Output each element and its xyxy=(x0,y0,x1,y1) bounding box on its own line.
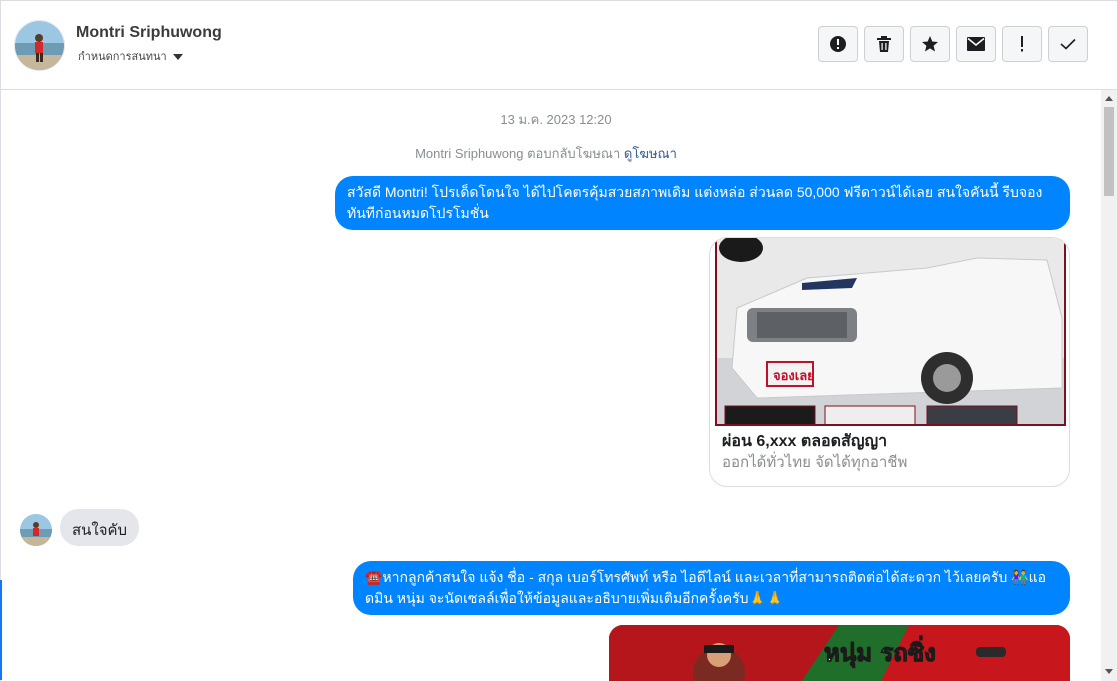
envelope-icon xyxy=(967,37,985,51)
selection-accent xyxy=(0,580,2,680)
caret-down-icon xyxy=(172,53,183,60)
conversation-header: Montri Sriphuwong กำหนดการสนทนา xyxy=(1,1,1117,90)
toolbar xyxy=(818,26,1088,62)
scroll-up-arrow-icon[interactable] xyxy=(1101,90,1117,106)
assign-label: กำหนดการสนทนา xyxy=(78,51,167,63)
follow-up-button[interactable] xyxy=(1002,26,1042,62)
message-timestamp: 13 ม.ค. 2023 12:20 xyxy=(500,112,612,127)
mark-done-button[interactable] xyxy=(1048,26,1088,62)
mark-unread-button[interactable] xyxy=(956,26,996,62)
outgoing-message: สวัสดี Montri! โปรเด็ดโดนใจ ได้ไปโคตรคุ้… xyxy=(335,176,1070,230)
delete-button[interactable] xyxy=(864,26,904,62)
image-attachment[interactable]: หนุ่ม รถซิ่ง xyxy=(609,625,1070,681)
message-thread: 13 ม.ค. 2023 12:20 Montri Sriphuwong ตอบ… xyxy=(1,90,1101,681)
star-button[interactable] xyxy=(910,26,950,62)
ad-image-text: จองเลย xyxy=(773,369,815,384)
trash-icon xyxy=(877,36,891,52)
view-ad-link[interactable]: ดูโฆษณา xyxy=(624,146,677,161)
contact-avatar[interactable] xyxy=(14,20,65,71)
scrollbar-thumb[interactable] xyxy=(1104,107,1114,196)
assign-conversation-dropdown[interactable]: กำหนดการสนทนา xyxy=(78,47,183,65)
star-icon xyxy=(922,36,938,52)
alert-circle-icon xyxy=(830,36,846,52)
banner-text: หนุ่ม รถซิ่ง xyxy=(824,635,936,669)
incoming-message: สนใจคับ xyxy=(60,509,140,546)
checkmark-icon xyxy=(1060,38,1076,50)
ad-card[interactable]: จองเลย ผ่อน 6,xxx ตลอดสัญญา ออกได้ทั่วไท… xyxy=(709,237,1070,487)
contact-name: Montri Sriphuwong xyxy=(76,24,222,41)
scroll-down-arrow-icon[interactable] xyxy=(1101,663,1117,679)
outgoing-message: ☎️หากลูกค้าสนใจ แจ้ง ชื่อ - สกุล เบอร์โท… xyxy=(353,561,1070,615)
contact-avatar-small[interactable] xyxy=(20,514,52,546)
ad-reply-text: Montri Sriphuwong ตอบกลับโฆษณา xyxy=(415,146,621,161)
scrollbar[interactable] xyxy=(1101,90,1117,681)
ad-image: จองเลย xyxy=(715,238,1066,426)
ad-card-subtitle: ออกได้ทั่วไทย จัดได้ทุกอาชีพ xyxy=(722,454,908,471)
exclamation-icon xyxy=(1021,36,1023,52)
spam-button[interactable] xyxy=(818,26,858,62)
ad-reply-notice: Montri Sriphuwong ตอบกลับโฆษณา ดูโฆษณา xyxy=(1,143,1091,164)
